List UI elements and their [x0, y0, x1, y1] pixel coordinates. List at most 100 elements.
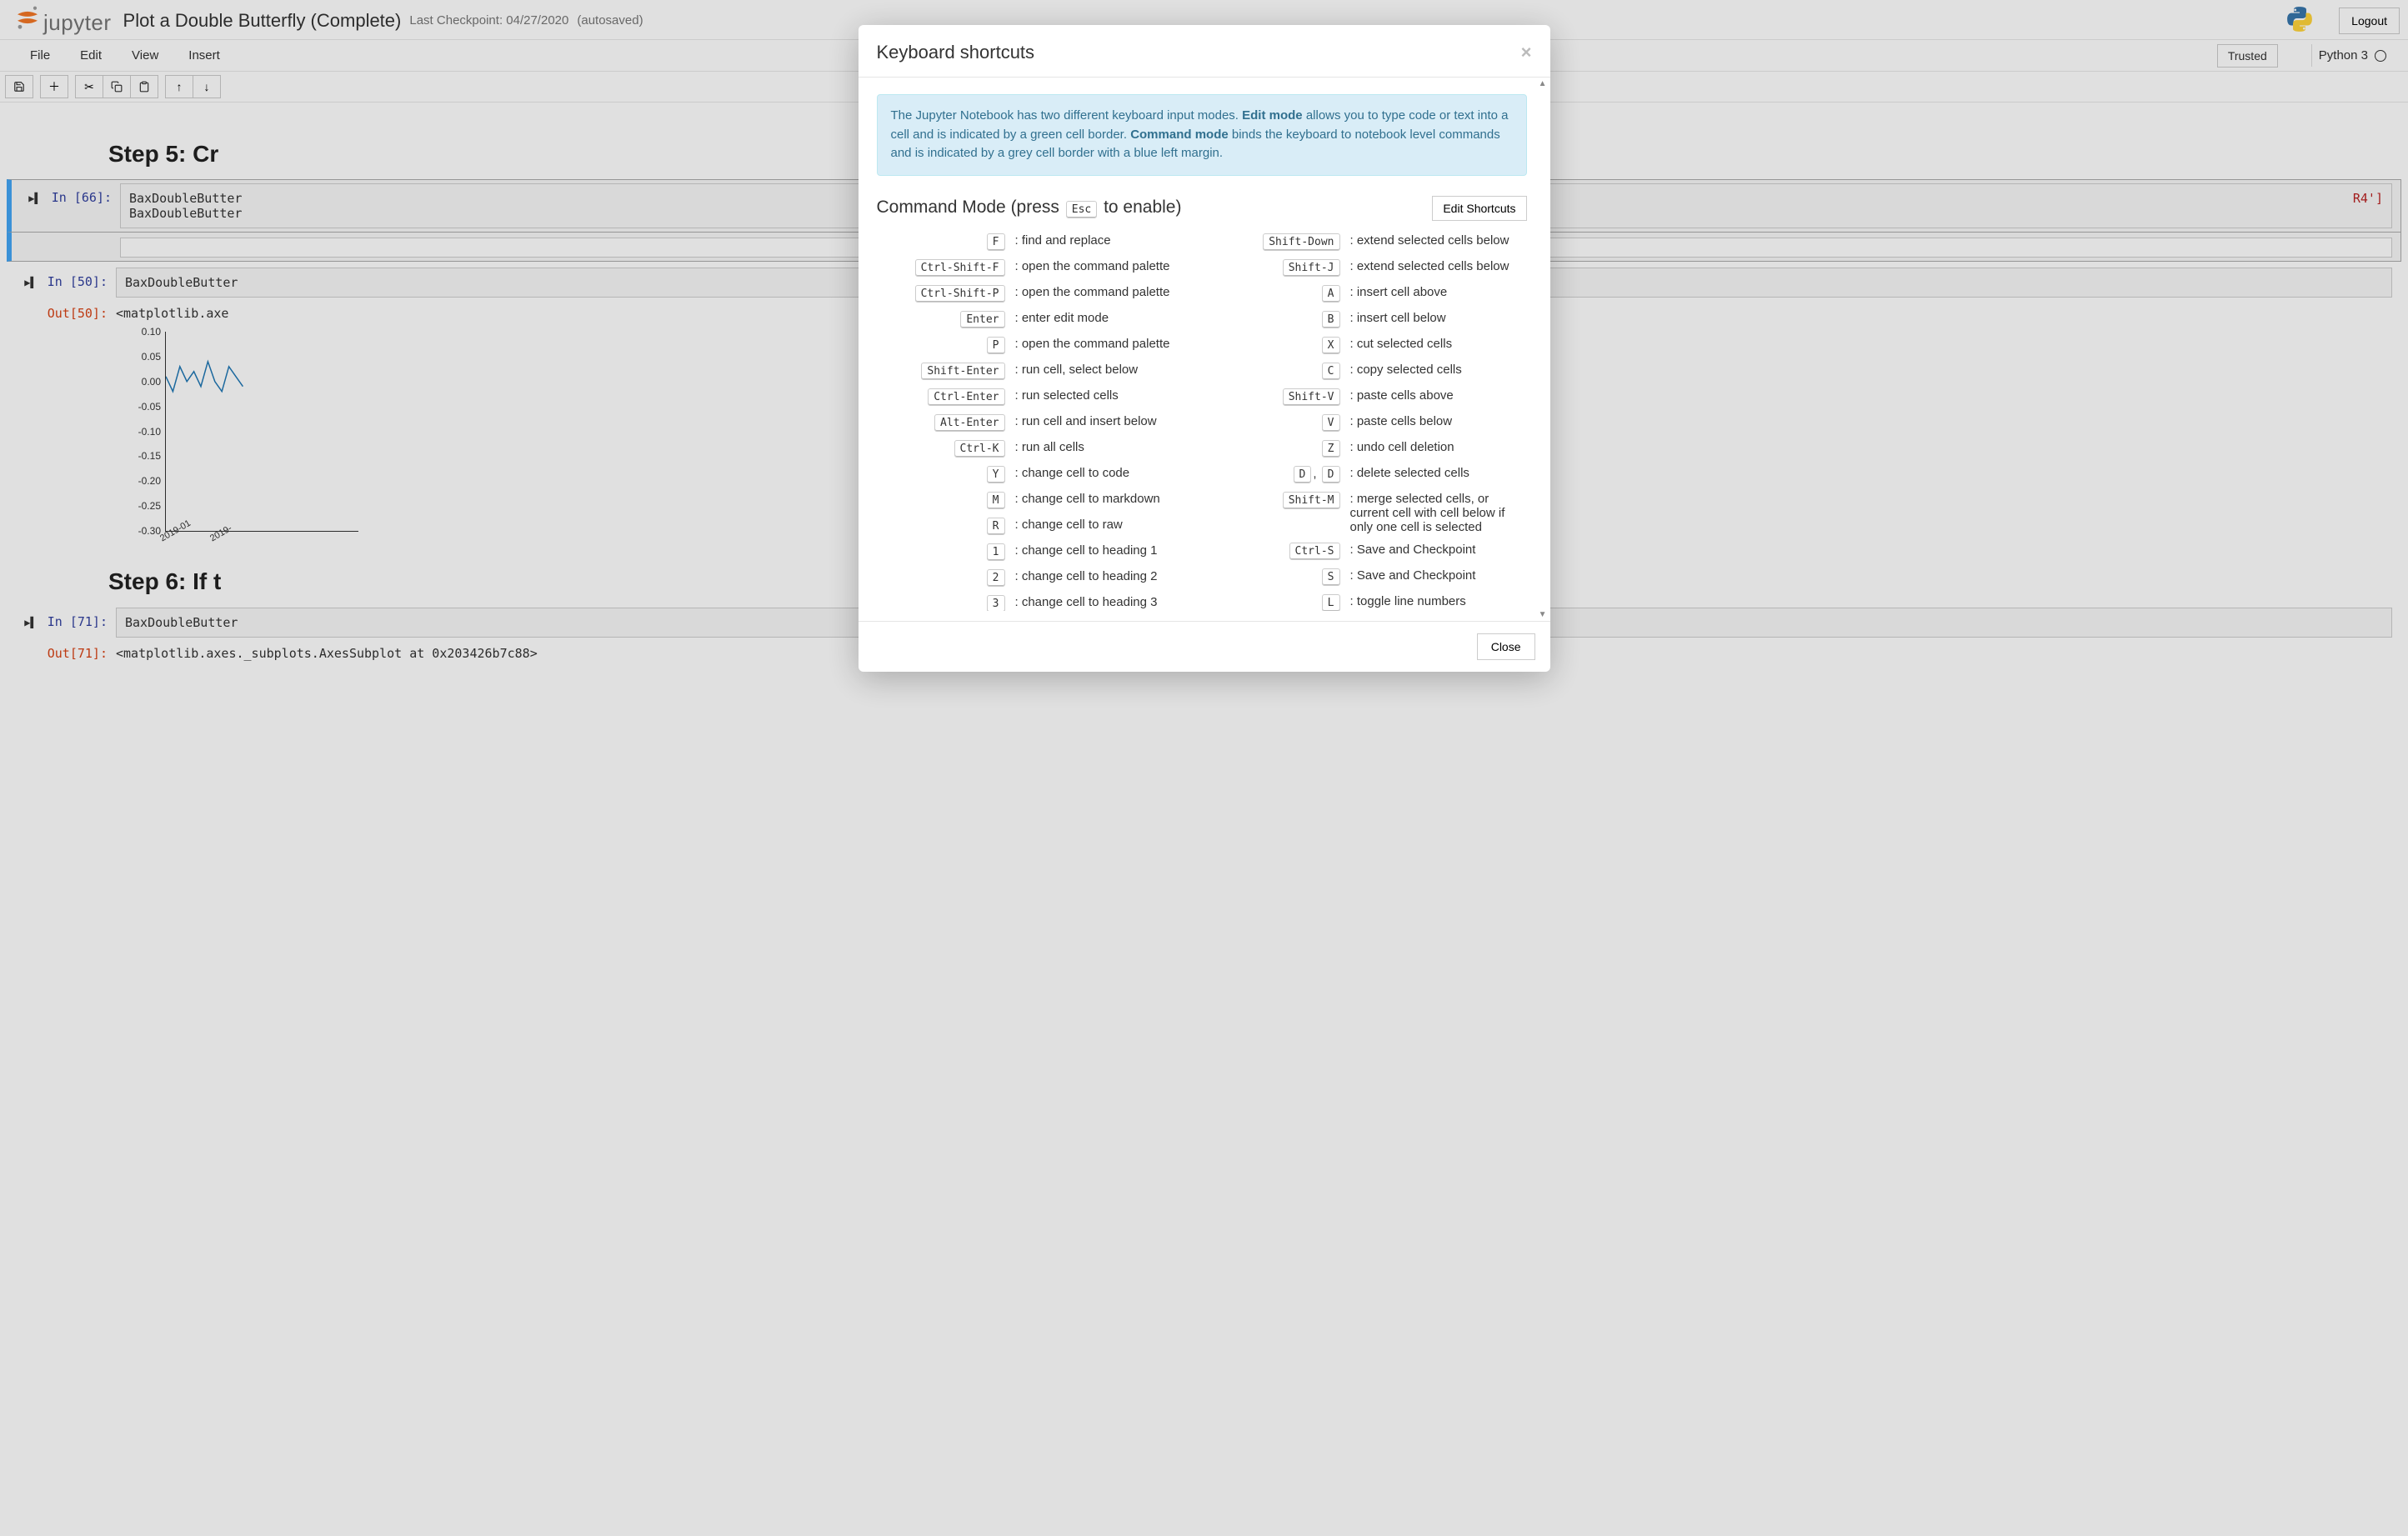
shortcut-desc: run cell, select below	[1010, 363, 1192, 377]
keyboard-shortcuts-modal: Keyboard shortcuts × ▲ The Jupyter Noteb…	[859, 25, 1550, 672]
shortcut-row: 2change cell to heading 2	[877, 565, 1192, 591]
shortcut-desc: Save and Checkpoint	[1345, 543, 1527, 557]
shortcut-row: 3 change cell to heading 3	[877, 591, 1192, 612]
shortcuts-columns: Ffind and replaceCtrl-Shift-Fopen the co…	[877, 229, 1527, 612]
key: Ctrl-Enter	[928, 388, 1004, 406]
shortcut-row: Shift-Enter run cell, select below	[877, 358, 1192, 384]
shortcut-row: Rchange cell to raw	[877, 513, 1192, 539]
shortcut-desc: insert cell above	[1345, 285, 1527, 299]
shortcut-row: Ctrl-S Save and Checkpoint	[1212, 538, 1527, 564]
shortcut-keys: C	[1212, 363, 1345, 380]
shortcut-row: Shift-M merge selected cells, or current …	[1212, 488, 1527, 538]
shortcut-row: Ccopy selected cells	[1212, 358, 1527, 384]
scroll-down-icon[interactable]: ▼	[1539, 610, 1547, 619]
shortcut-keys: X	[1212, 337, 1345, 354]
shortcut-row: Binsert cell below	[1212, 307, 1527, 333]
shortcut-row: Ffind and replace	[877, 229, 1192, 255]
shortcut-desc: insert cell below	[1345, 311, 1527, 325]
modal-body: ▲ The Jupyter Notebook has two different…	[859, 78, 1550, 621]
shortcut-row: Shift-Down extend selected cells below	[1212, 229, 1527, 255]
key: B	[1322, 311, 1340, 328]
shortcut-keys: Shift-M	[1212, 492, 1345, 509]
shortcut-keys: Ctrl-K	[877, 440, 1010, 458]
shortcut-keys: R	[877, 518, 1010, 535]
shortcut-row: Mchange cell to markdown	[877, 488, 1192, 513]
shortcut-row: Ctrl-Enter run selected cells	[877, 384, 1192, 410]
esc-key: Esc	[1066, 201, 1097, 218]
shortcut-row: Ainsert cell above	[1212, 281, 1527, 307]
shortcuts-left-column: Ffind and replaceCtrl-Shift-Fopen the co…	[877, 229, 1192, 612]
shortcut-desc: open the command palette	[1010, 337, 1192, 351]
shortcut-keys: 3	[877, 595, 1010, 612]
info-box: The Jupyter Notebook has two different k…	[877, 94, 1527, 176]
shortcut-row: D, Ddelete selected cells	[1212, 462, 1527, 488]
modal-scroll-area[interactable]: The Jupyter Notebook has two different k…	[877, 78, 1532, 611]
shortcut-keys: F	[877, 233, 1010, 251]
shortcut-keys: M	[877, 492, 1010, 509]
key: Shift-Enter	[921, 363, 1004, 380]
shortcut-keys: B	[1212, 311, 1345, 328]
shortcut-desc: delete selected cells	[1345, 466, 1527, 480]
key: Shift-Down	[1263, 233, 1339, 251]
shortcut-keys: Y	[877, 466, 1010, 483]
key: Ctrl-S	[1289, 543, 1340, 560]
shortcut-desc: copy selected cells	[1345, 363, 1527, 377]
shortcut-keys: S	[1212, 568, 1345, 586]
key: 3	[987, 595, 1005, 612]
key: Alt-Enter	[934, 414, 1004, 432]
shortcut-desc: change cell to heading 2	[1010, 569, 1192, 583]
shortcut-row: SSave and Checkpoint	[1212, 564, 1527, 590]
shortcut-keys: Shift-Enter	[877, 363, 1010, 380]
shortcut-desc: change cell to heading 3	[1010, 595, 1192, 609]
key: S	[1322, 568, 1340, 586]
key: D	[1294, 466, 1312, 483]
close-icon[interactable]: ×	[1521, 42, 1532, 63]
shortcut-keys: Shift-V	[1212, 388, 1345, 406]
key: Enter	[960, 311, 1004, 328]
key: L	[1322, 594, 1340, 612]
key: V	[1322, 414, 1340, 432]
shortcut-keys: Ctrl-Enter	[877, 388, 1010, 406]
shortcut-desc: run cell and insert below	[1010, 414, 1192, 428]
shortcut-row: Xcut selected cells	[1212, 333, 1527, 358]
shortcut-desc: change cell to markdown	[1010, 492, 1192, 506]
key: D	[1322, 466, 1340, 483]
scroll-up-icon[interactable]: ▲	[1539, 79, 1547, 88]
shortcut-row: Popen the command palette	[877, 333, 1192, 358]
shortcut-row: 1change cell to heading 1	[877, 539, 1192, 565]
shortcut-row: Ctrl-Shift-Fopen the command palette	[877, 255, 1192, 281]
shortcut-keys: 2	[877, 569, 1010, 587]
shortcut-keys: 1	[877, 543, 1010, 561]
shortcut-desc: run selected cells	[1010, 388, 1192, 403]
shortcut-keys: Ctrl-Shift-P	[877, 285, 1010, 303]
shortcut-desc: toggle line numbers	[1345, 594, 1527, 608]
key: Y	[987, 466, 1005, 483]
key: P	[987, 337, 1005, 354]
shortcuts-right-column: Shift-Downextend selected cells belowShi…	[1212, 229, 1527, 612]
shortcut-keys: Ctrl-Shift-F	[877, 259, 1010, 277]
key: Z	[1322, 440, 1340, 458]
shortcut-keys: L	[1212, 594, 1345, 612]
shortcut-row: Enterenter edit mode	[877, 307, 1192, 333]
modal-footer: Close	[859, 621, 1550, 672]
shortcut-keys: Alt-Enter	[877, 414, 1010, 432]
shortcut-row: Shift-Jextend selected cells below	[1212, 255, 1527, 281]
shortcut-keys: V	[1212, 414, 1345, 432]
shortcut-keys: Enter	[877, 311, 1010, 328]
key: R	[987, 518, 1005, 535]
close-button[interactable]: Close	[1477, 633, 1535, 660]
shortcut-desc: merge selected cells, or current cell wi…	[1345, 492, 1527, 534]
command-mode-heading: Command Mode (press Esc to enable) Edit …	[877, 196, 1527, 221]
edit-shortcuts-button[interactable]: Edit Shortcuts	[1432, 196, 1526, 221]
key: 1	[987, 543, 1005, 561]
key: Shift-M	[1283, 492, 1340, 509]
shortcut-desc: find and replace	[1010, 233, 1192, 248]
shortcut-row: Ltoggle line numbers	[1212, 590, 1527, 612]
modal-title: Keyboard shortcuts	[877, 42, 1035, 63]
shortcut-row: Zundo cell deletion	[1212, 436, 1527, 462]
shortcut-desc: extend selected cells below	[1345, 233, 1527, 248]
key: Shift-V	[1283, 388, 1340, 406]
shortcut-desc: paste cells below	[1345, 414, 1527, 428]
modal-overlay[interactable]: Keyboard shortcuts × ▲ The Jupyter Noteb…	[0, 0, 2408, 1536]
key: Ctrl-K	[954, 440, 1005, 458]
